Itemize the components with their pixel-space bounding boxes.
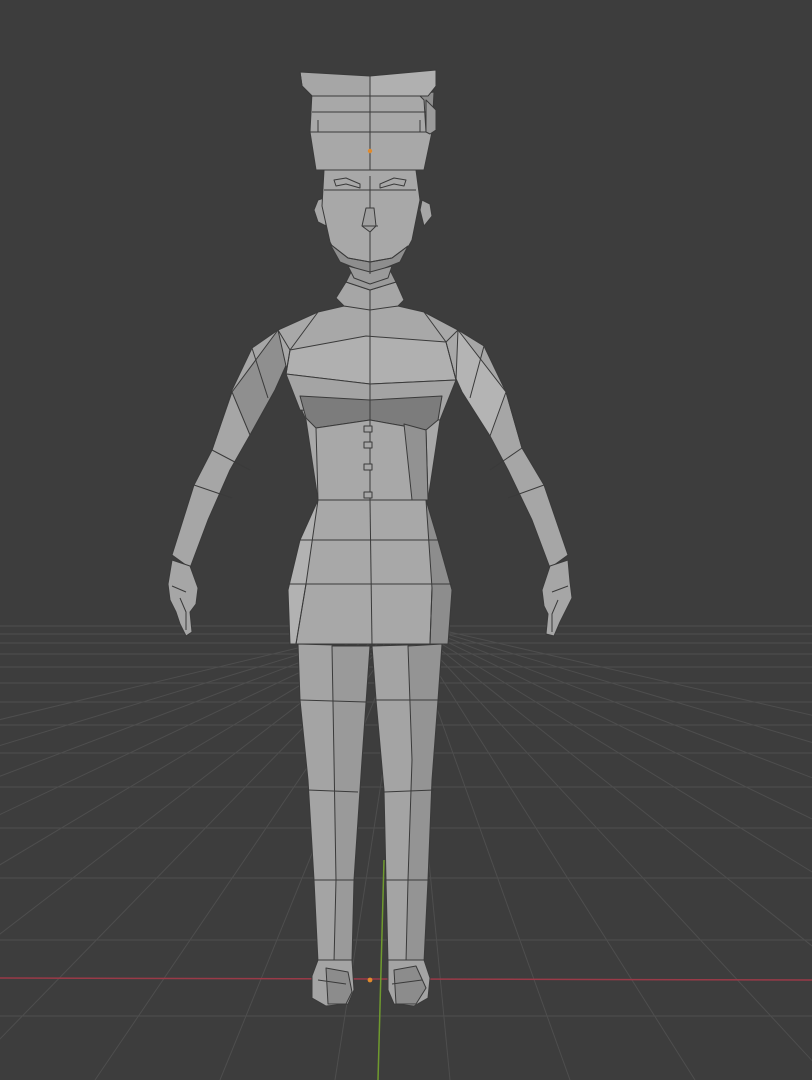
head[interactable] bbox=[313, 169, 433, 285]
viewport-scene[interactable] bbox=[0, 0, 812, 1080]
y-axis-line bbox=[377, 859, 385, 1080]
left-arm[interactable] bbox=[167, 329, 293, 637]
right-arm[interactable] bbox=[443, 329, 573, 637]
right-leg[interactable] bbox=[371, 643, 443, 1007]
torso[interactable] bbox=[277, 305, 459, 501]
chef-hat[interactable] bbox=[299, 69, 437, 171]
character-mesh[interactable] bbox=[167, 69, 573, 1007]
world-origin-dot bbox=[367, 977, 373, 983]
right-ear bbox=[419, 199, 433, 227]
left-leg[interactable] bbox=[297, 643, 371, 1007]
object-origin-dot bbox=[367, 148, 373, 154]
3d-viewport[interactable] bbox=[0, 0, 812, 1080]
coat-lower[interactable] bbox=[287, 499, 453, 645]
